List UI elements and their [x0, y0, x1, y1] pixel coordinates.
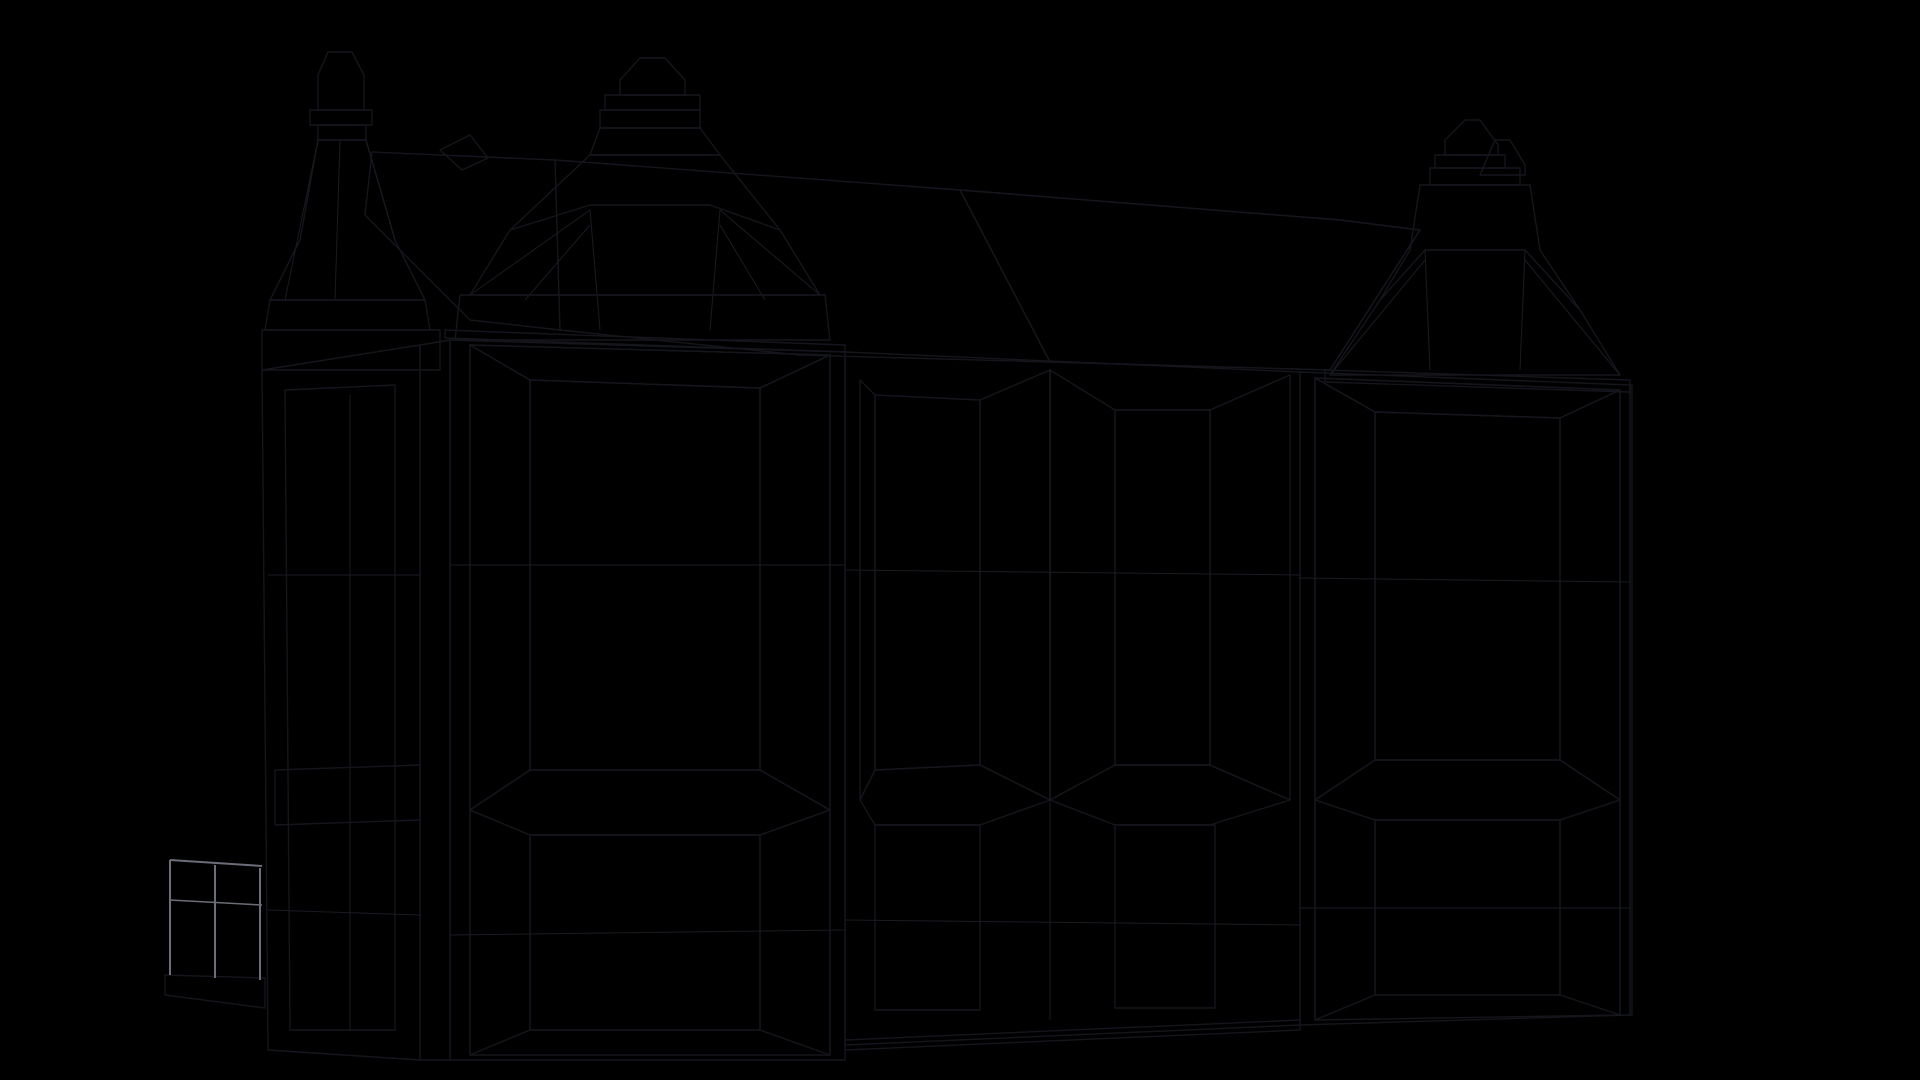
left-side-wall	[261, 339, 451, 1061]
left-gable-tower	[261, 51, 441, 371]
right-dormer	[1324, 119, 1631, 393]
left-bay	[449, 339, 846, 1061]
house-model	[164, 51, 1633, 1061]
right-bay	[1299, 371, 1633, 1026]
roof	[364, 134, 1421, 371]
center-left-dormer	[444, 57, 846, 353]
balcony-railing	[164, 859, 266, 1009]
central-section	[844, 351, 1301, 1051]
3d-viewport[interactable]	[0, 0, 1920, 1080]
